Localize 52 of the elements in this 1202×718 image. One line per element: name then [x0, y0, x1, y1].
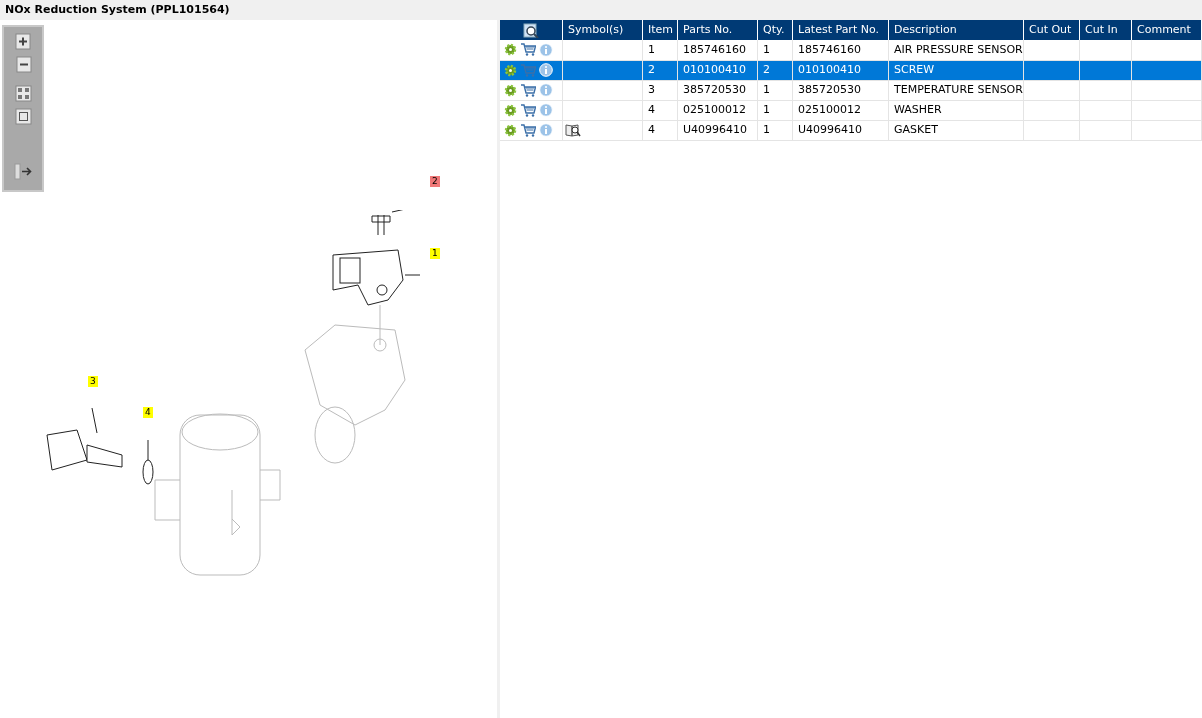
- table-cell: 1: [757, 40, 793, 60]
- table-cell: GASKET: [888, 120, 1024, 140]
- table-cell: 2: [642, 60, 678, 80]
- table-cell: U40996410: [792, 120, 889, 140]
- table-cell: 2: [757, 60, 793, 80]
- table-cell: 1: [642, 40, 678, 60]
- cart-icon[interactable]: [519, 123, 536, 137]
- fit-grid-icon[interactable]: [14, 85, 32, 102]
- table-cell: 010100410: [677, 60, 758, 80]
- gear-icon[interactable]: [503, 63, 517, 77]
- table-cell: TEMPERATURE SENSOR: [888, 80, 1024, 100]
- callout-label[interactable]: 4: [143, 407, 153, 418]
- export-arrow-icon[interactable]: [13, 163, 33, 180]
- table-cell: 385720530: [792, 80, 889, 100]
- table-cell: 1: [757, 120, 793, 140]
- window-title: NOx Reduction System (PPL101564): [5, 1, 230, 18]
- callout-label[interactable]: 2: [430, 176, 440, 187]
- zoom-in-icon[interactable]: [14, 33, 32, 50]
- book-magnifier-icon[interactable]: [565, 123, 582, 137]
- gear-icon[interactable]: [503, 123, 517, 137]
- cart-icon[interactable]: [519, 103, 536, 117]
- info-icon[interactable]: [538, 63, 553, 77]
- table-row[interactable]: 4 U40996410 1 U40996410 GASKET: [499, 120, 1202, 140]
- table-row[interactable]: 2 010100410 2 010100410 SCREW: [499, 60, 1202, 80]
- callout-label[interactable]: 1: [430, 248, 440, 259]
- table-cell: 3: [642, 80, 678, 100]
- callout-label[interactable]: 3: [88, 376, 98, 387]
- table-cell: AIR PRESSURE SENSOR: [888, 40, 1024, 60]
- table-cell: 185746160: [677, 40, 758, 60]
- table-cell: WASHER: [888, 100, 1024, 120]
- cart-icon[interactable]: [519, 43, 536, 57]
- table-cell: 025100012: [677, 100, 758, 120]
- gear-icon[interactable]: [503, 43, 517, 57]
- table-cell: SCREW: [888, 60, 1024, 80]
- table-row[interactable]: 4 025100012 1 025100012 WASHER: [499, 100, 1202, 120]
- zoom-out-icon[interactable]: [14, 56, 32, 73]
- table-cell: 185746160: [792, 40, 889, 60]
- gear-icon[interactable]: [503, 103, 517, 117]
- table-cell: 010100410: [792, 60, 889, 80]
- table-cell: 1: [757, 80, 793, 100]
- cart-icon[interactable]: [519, 83, 536, 97]
- table-cell: 4: [642, 120, 678, 140]
- table-cell: 4: [642, 100, 678, 120]
- table-cell: 025100012: [792, 100, 889, 120]
- table-cell: 385720530: [677, 80, 758, 100]
- table-row[interactable]: 3 385720530 1 385720530 TEMPERATURE SENSOR: [499, 80, 1202, 100]
- table-cell: 1: [757, 100, 793, 120]
- table-cell: U40996410: [677, 120, 758, 140]
- gear-icon[interactable]: [503, 83, 517, 97]
- table-row[interactable]: 1 185746160 1 185746160 AIR PRESSURE SENSOR: [499, 40, 1202, 60]
- square-icon[interactable]: [14, 108, 32, 125]
- search-parts-icon[interactable]: [522, 22, 539, 38]
